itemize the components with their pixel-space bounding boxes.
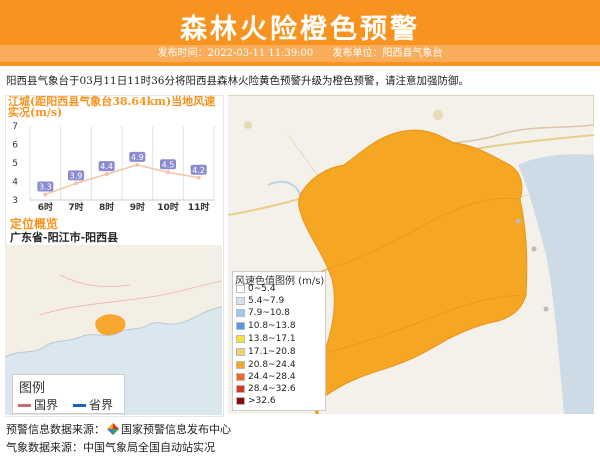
publish-time: 发布时间：2022-03-11 11:39:00: [157, 48, 314, 59]
wind-legend-item: 0~5.4: [236, 284, 276, 295]
data-label: 4.2: [192, 166, 205, 175]
weather-source: 气象数据来源：中国气象局全国自动站实况: [6, 441, 215, 454]
x-tick-label: 11时: [188, 201, 210, 213]
wind-legend-item: >32.6: [236, 396, 276, 407]
swatch-icon: [236, 360, 245, 369]
y-tick-label: 3: [12, 196, 18, 206]
wind-legend-item: 10.8~13.8: [236, 321, 296, 332]
x-tick-label: 6时: [38, 201, 53, 213]
x-tick-label: 9时: [130, 201, 145, 213]
swatch-icon: [236, 296, 245, 305]
y-tick-label: 4: [12, 178, 18, 188]
data-point: [43, 192, 48, 197]
x-tick-label: 8时: [99, 201, 114, 213]
province-border-line-icon: [73, 404, 86, 407]
data-point: [166, 170, 170, 175]
header-bar: 森林火险橙色预警 发布时间：2022-03-11 11:39:00 发布单位：阳…: [0, 0, 600, 66]
swatch-icon: [236, 347, 245, 356]
swatch-icon: [236, 284, 245, 293]
data-point: [104, 172, 109, 177]
data-point: [74, 181, 78, 186]
warning-summary: 阳西县气象台于03月11日11时36分将阳西县森林火险黄色预警升级为橙色预警，请…: [6, 75, 469, 87]
data-label: 4.5: [162, 160, 175, 169]
publish-meta: 发布时间：2022-03-11 11:39:00 发布单位：阳西县气象台: [0, 45, 600, 62]
page-title: 森林火险橙色预警: [180, 14, 420, 45]
y-tick-label: 6: [12, 141, 18, 151]
wind-legend-item: 7.9~10.8: [236, 308, 290, 319]
swatch-icon: [236, 308, 245, 317]
boundary-legend: 图例 国界 省界: [12, 374, 125, 414]
swatch-icon: [236, 321, 245, 330]
swatch-icon: [236, 384, 245, 393]
location-text: 广东省-阳江市-阳西县: [10, 231, 119, 244]
swatch-icon: [236, 396, 245, 405]
wind-chart-title: 江城(距阳西县气象台38.64km)当地风速实况(m/s): [8, 95, 216, 119]
wind-legend-item: 24.4~28.4: [236, 372, 296, 383]
x-tick-label: 7时: [68, 201, 83, 213]
x-tick-label: 10时: [157, 201, 179, 213]
data-point: [196, 175, 201, 180]
swatch-icon: [236, 372, 245, 381]
warning-source-name[interactable]: 国家预警信息发布中心: [121, 423, 231, 436]
warning-source: 预警信息数据来源： 国家预警信息发布中心: [6, 423, 231, 436]
data-label: 3.9: [70, 171, 83, 180]
national-border-line-icon: [18, 404, 31, 407]
y-tick-label: 5: [12, 159, 18, 169]
data-label: 4.4: [100, 162, 113, 171]
legend-national-border: 国界: [18, 396, 58, 413]
wind-speed-chart: 3 4 5 6 7 3.3 6时 3.9 7时 4.4 8时 4.9 9时 4.5 10时 4.2 11时: [12, 122, 215, 213]
data-point: [135, 162, 140, 167]
wind-legend-item: 20.8~24.4: [236, 360, 296, 371]
wind-legend-item: 5.4~7.9: [236, 296, 284, 307]
data-label: 4.9: [131, 153, 144, 162]
swatch-icon: [236, 334, 245, 343]
data-label: 3.3: [39, 182, 52, 191]
legend-province-border: 省界: [73, 396, 113, 413]
wind-color-legend: 风速色值图例 (m/s) 0~5.4 5.4~7.9 7.9~10.8 10.8…: [232, 271, 326, 411]
boundary-legend-title: 图例: [19, 381, 46, 396]
wind-legend-item: 13.8~17.1: [236, 334, 296, 345]
y-tick-label: 7: [12, 122, 18, 132]
wind-legend-item: 17.1~20.8: [236, 347, 296, 358]
wind-legend-item: 28.4~32.6: [236, 384, 296, 395]
publisher: 发布单位：阳西县气象台: [332, 48, 443, 59]
warning-center-logo-icon: [107, 423, 119, 435]
